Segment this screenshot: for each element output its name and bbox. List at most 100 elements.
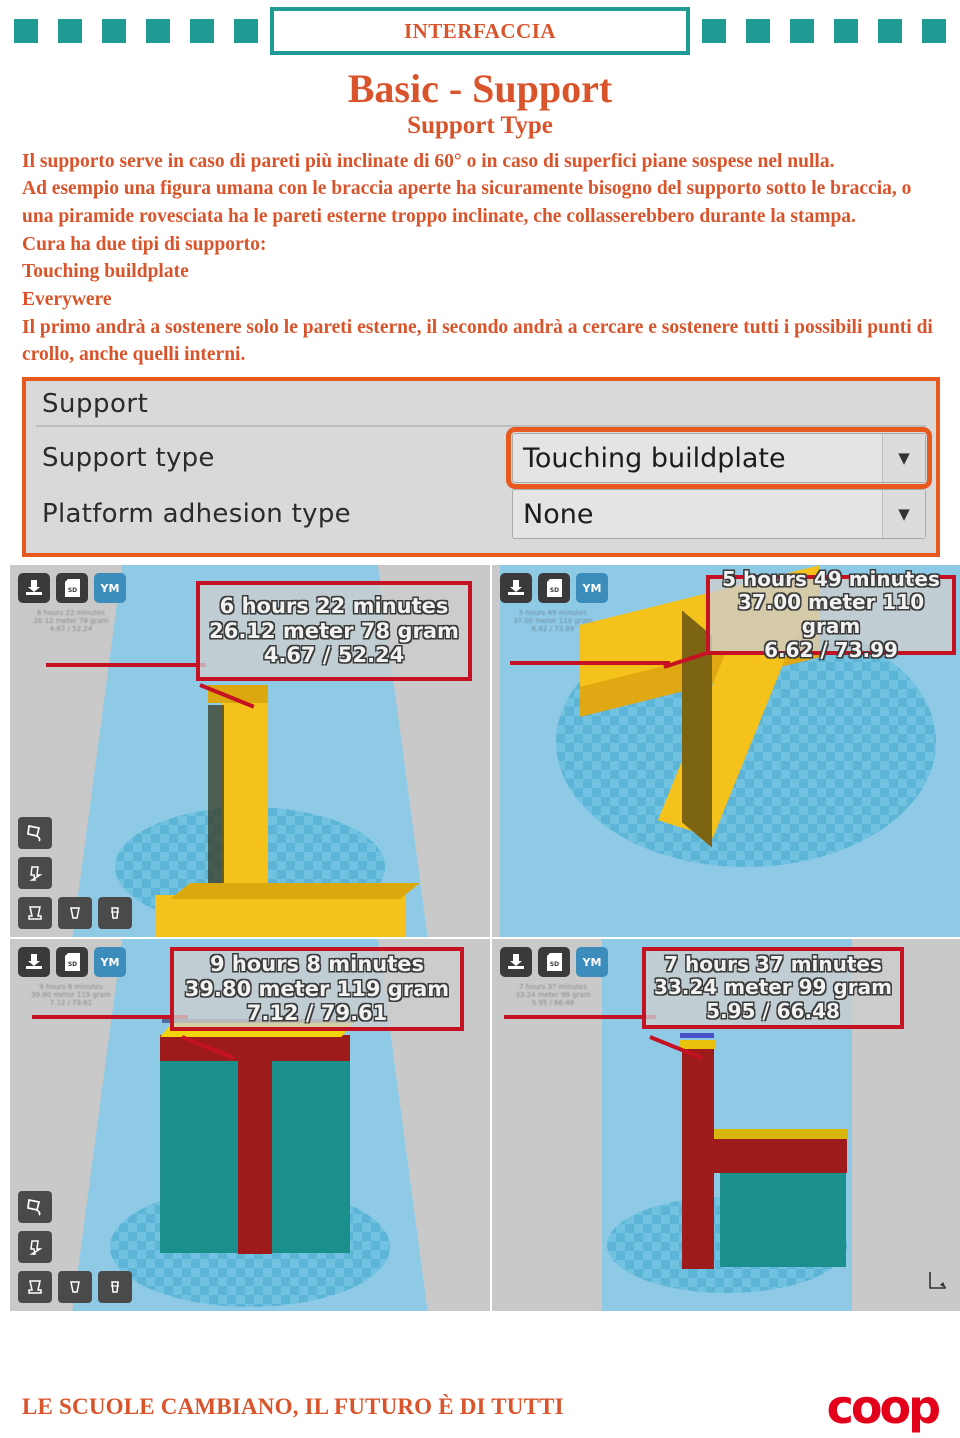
layers-view-icon[interactable] (98, 1271, 132, 1303)
mini-stat-line: 5 hours 49 minutes (518, 609, 588, 617)
youmagine-icon[interactable]: YM (576, 947, 608, 977)
mouse-cursor-icon (928, 1270, 950, 1297)
sd-card-icon[interactable]: SD (56, 947, 88, 977)
setting-row-support-type: Support type Touching buildplate ▼ (36, 427, 932, 489)
mini-stat-line: 7 hours 37 minutes (518, 983, 588, 991)
mini-stat-line: 37.00 meter 110 gram (513, 617, 593, 626)
mini-stat-line: 33.24 meter 99 gram (515, 991, 591, 1000)
body-paragraph: Il primo andrà a sostenere solo le paret… (22, 316, 933, 366)
header-squares-right (702, 19, 946, 43)
section-badge-label: INTERFACCIA (403, 18, 557, 43)
print-stats-callout: 9 hours 8 minutes 39.80 meter 119 gram 7… (170, 947, 464, 1031)
body-paragraph: Cura ha due tipi di supporto: (22, 233, 267, 255)
viewport-bottom-left: SD YM 9 hours 8 minutes 39.80 meter 119 … (10, 939, 490, 1311)
svg-text:SD: SD (67, 587, 76, 594)
view-mode-group (18, 1271, 132, 1303)
mini-print-stats: 9 hours 8 minutes 39.80 meter 119 gram 7… (16, 983, 126, 1007)
xray-view-icon[interactable] (58, 1271, 92, 1303)
page-footer: LE SCUOLE CAMBIANO, IL FUTURO È DI TUTTI… (0, 1376, 960, 1438)
mini-stat-line: 39.80 meter 119 gram (31, 991, 111, 1000)
body-copy: Il supporto serve in caso di pareti più … (0, 148, 960, 370)
normal-view-icon[interactable] (18, 857, 52, 889)
solid-view-icon[interactable] (18, 1271, 52, 1303)
cura-view-toolbar (18, 817, 132, 929)
callout-line-time: 7 hours 37 minutes (664, 951, 882, 976)
callout-line-material: 39.80 meter 119 gram (184, 976, 450, 1001)
mini-stat-line: 5.95 / 66.48 (531, 999, 575, 1008)
rotate-tool-icon[interactable] (18, 1191, 52, 1223)
mini-stat-line: 4.67 / 52.24 (49, 625, 93, 634)
model-stem (238, 1049, 272, 1254)
setting-row-platform-adhesion-type: Platform adhesion type None ▼ (36, 489, 926, 539)
callout-line-time: 6 hours 22 minutes (219, 593, 449, 618)
mini-stat-line: 7.12 / 79.61 (49, 999, 93, 1008)
save-to-file-icon[interactable] (18, 947, 50, 977)
page-header: INTERFACCIA (0, 0, 960, 62)
support-type-touching-buildplate: Touching buildplate (22, 261, 189, 283)
model-horizontal (682, 1137, 847, 1173)
support-block-left (160, 1057, 242, 1253)
youmagine-icon[interactable]: YM (94, 947, 126, 977)
platform-adhesion-type-value: None (523, 498, 594, 530)
mini-print-stats: 7 hours 37 minutes 33.24 meter 99 gram 5… (498, 983, 608, 1007)
sd-card-icon[interactable]: SD (56, 573, 88, 603)
rotate-tool-icon[interactable] (18, 817, 52, 849)
support-interface-marker (680, 1033, 714, 1038)
callout-line-cost: 7.12 / 79.61 (246, 1001, 388, 1026)
save-to-file-icon[interactable] (500, 947, 532, 977)
youmagine-icon[interactable]: YM (94, 573, 126, 603)
sd-card-icon[interactable]: SD (538, 947, 570, 977)
mini-stat-line: 6.62 / 73.99 (531, 625, 575, 634)
normal-view-icon[interactable] (18, 1231, 52, 1263)
save-to-file-icon[interactable] (18, 573, 50, 603)
svg-text:SD: SD (549, 961, 558, 968)
chevron-down-icon[interactable]: ▼ (882, 490, 925, 538)
mini-stat-line: 26.12 meter 78 gram (33, 617, 109, 626)
mini-stat-line: 9 hours 8 minutes (39, 983, 103, 991)
youmagine-icon[interactable]: YM (576, 573, 608, 603)
header-square (58, 19, 82, 43)
support-type-value: Touching buildplate (523, 442, 786, 474)
callout-line-cost: 5.95 / 66.48 (706, 998, 840, 1023)
section-badge: INTERFACCIA (270, 7, 690, 55)
coop-logo: coop (826, 1379, 941, 1434)
callout-line-time: 9 hours 8 minutes (209, 951, 425, 976)
cura-screenshot-grid: SD YM 6 hours 22 minutes 26.12 meter 78 … (10, 565, 960, 1311)
callout-leader-line (510, 661, 670, 665)
chevron-down-icon[interactable]: ▼ (882, 434, 925, 482)
save-to-file-icon[interactable] (500, 573, 532, 603)
callout-line-cost: 6.62 / 73.99 (764, 637, 898, 662)
settings-divider (36, 425, 926, 427)
header-square (878, 19, 902, 43)
model-base-bar (155, 895, 405, 937)
mini-print-stats: 5 hours 49 minutes 37.00 meter 110 gram … (498, 609, 608, 633)
mini-stat-line: 6 hours 22 minutes (36, 609, 106, 617)
header-square (834, 19, 858, 43)
setting-label-platform-adhesion-type: Platform adhesion type (42, 499, 351, 529)
model-top-layer-vertical (680, 1040, 716, 1049)
header-square (190, 19, 214, 43)
solid-view-icon[interactable] (18, 897, 52, 929)
callout-line-material: 33.24 meter 99 gram (654, 975, 892, 1000)
viewport-top-left: SD YM 6 hours 22 minutes 26.12 meter 78 … (10, 565, 490, 937)
print-stats-callout: 6 hours 22 minutes 26.12 meter 78 gram 4… (196, 581, 472, 681)
page-title: Basic - Support (347, 66, 613, 111)
callout-line-material: 26.12 meter 78 gram (209, 618, 459, 643)
layers-view-icon[interactable] (98, 897, 132, 929)
support-block-right (268, 1057, 350, 1253)
platform-adhesion-type-dropdown[interactable]: None ▼ (512, 489, 926, 539)
header-square (746, 19, 770, 43)
model-top-layer-horizontal (714, 1129, 848, 1139)
support-type-dropdown[interactable]: Touching buildplate ▼ (506, 427, 932, 489)
sd-card-icon[interactable]: SD (538, 573, 570, 603)
xray-view-icon[interactable] (58, 897, 92, 929)
svg-text:SD: SD (549, 587, 558, 594)
header-square (102, 19, 126, 43)
print-stats-callout: 5 hours 49 minutes 37.00 meter 110 gram … (706, 567, 956, 661)
footer-slogan: LE SCUOLE CAMBIANO, IL FUTURO È DI TUTTI (22, 1394, 564, 1419)
callout-line-cost: 4.67 / 52.24 (263, 643, 405, 668)
print-stats-callout: 7 hours 37 minutes 33.24 meter 99 gram 5… (642, 947, 904, 1029)
cura-action-toolbar: SD YM (18, 947, 126, 977)
callout-leader-line (32, 1015, 188, 1019)
page-subtitle: Support Type (407, 112, 553, 139)
